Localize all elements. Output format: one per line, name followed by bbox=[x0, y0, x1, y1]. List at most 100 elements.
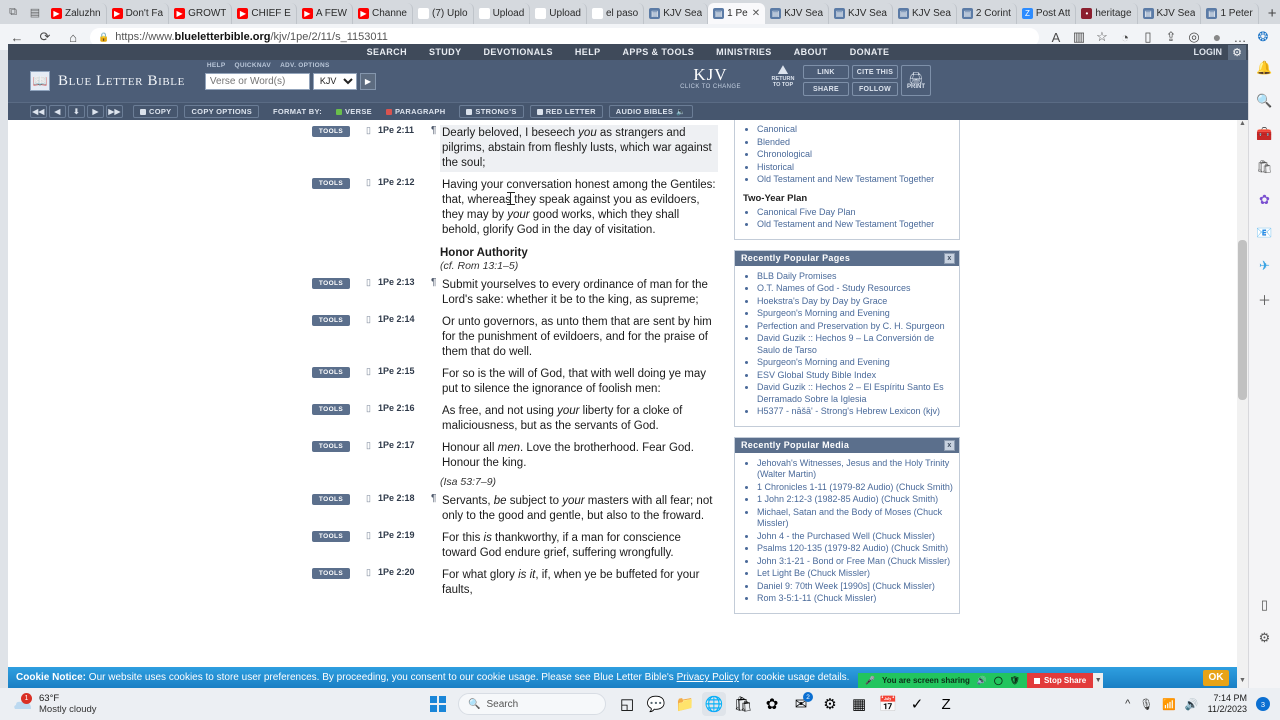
format-verse-toggle[interactable]: VERSE bbox=[330, 105, 378, 118]
verse-reference[interactable]: 1Pe 2:14 bbox=[378, 314, 448, 324]
shield-icon[interactable]: 🛡 bbox=[1010, 676, 1020, 685]
popular-page-link[interactable]: Spurgeon's Morning and Evening bbox=[757, 357, 953, 369]
popular-page-link[interactable]: David Guzik :: Hechos 9 – La Conversión … bbox=[757, 333, 953, 356]
section-heading-crossref[interactable]: (cf. Rom 13:1–5) bbox=[440, 260, 726, 272]
browser-tab[interactable]: ▤ KJV Sea bbox=[829, 3, 893, 24]
prev-chapter-button[interactable]: ◀ bbox=[49, 105, 66, 118]
new-tab-button[interactable]: + bbox=[1259, 3, 1280, 24]
popular-media-link[interactable]: Let Light Be (Chuck Missler) bbox=[757, 568, 953, 580]
privacy-policy-link[interactable]: Privacy Policy bbox=[677, 672, 739, 683]
popular-media-link[interactable]: Michael, Satan and the Body of Moses (Ch… bbox=[757, 507, 953, 530]
red-letter-toggle[interactable]: RED LETTER bbox=[529, 105, 603, 118]
top-nav-apps-tools[interactable]: APPS & TOOLS bbox=[623, 47, 695, 57]
popular-media-link[interactable]: Psalms 120-135 (1979-82 Audio) (Chuck Sm… bbox=[757, 543, 953, 555]
reading-plan-link[interactable]: Chronological bbox=[757, 149, 953, 161]
cookie-ok-button[interactable]: OK bbox=[1203, 669, 1229, 686]
top-nav-help[interactable]: HELP bbox=[575, 47, 601, 57]
stop-share-button[interactable]: Stop Share bbox=[1026, 673, 1094, 688]
browser-tab[interactable]: ▤ 2 Corint bbox=[956, 3, 1017, 24]
gear-icon[interactable]: ⚙ bbox=[1228, 45, 1246, 60]
share-button[interactable]: SHARE bbox=[803, 82, 849, 96]
calendar-icon[interactable]: 📅 bbox=[876, 692, 900, 716]
verse-text[interactable]: Servants, be subject to your masters wit… bbox=[440, 493, 718, 525]
verse-text[interactable]: Dearly beloved, I beseech you as strange… bbox=[440, 125, 718, 172]
popular-page-link[interactable]: Spurgeon's Morning and Evening bbox=[757, 308, 953, 320]
verse-tools-button[interactable]: TOOLS bbox=[312, 278, 350, 289]
todo-icon[interactable]: ✓ bbox=[905, 692, 929, 716]
adv-options-link[interactable]: ADV. OPTIONS bbox=[280, 62, 330, 69]
reading-plan-link[interactable]: Old Testament and New Testament Together bbox=[757, 219, 953, 231]
browser-tab[interactable]: ▤ KJV Sea bbox=[892, 3, 957, 24]
calculator-icon[interactable]: ▦ bbox=[847, 692, 871, 716]
verse-text[interactable]: For this is thankworthy, if a man for co… bbox=[440, 530, 718, 562]
popular-page-link[interactable]: David Guzik :: Hechos 2 – El Espíritu Sa… bbox=[757, 382, 953, 405]
tray-expand-icon[interactable]: ^ bbox=[1125, 698, 1130, 710]
copy-button[interactable]: COPY bbox=[133, 105, 179, 118]
verse-reference[interactable]: 1Pe 2:13 bbox=[378, 277, 448, 287]
outlook-icon[interactable]: 📧 bbox=[1255, 223, 1275, 243]
verse-reference[interactable]: 1Pe 2:16 bbox=[378, 403, 448, 413]
top-nav-ministries[interactable]: MINISTRIES bbox=[716, 47, 772, 57]
print-button[interactable]: 🖨 PRINT bbox=[901, 65, 931, 96]
verse-reference[interactable]: 1Pe 2:12 bbox=[378, 177, 448, 187]
browser-tab[interactable]: • Upload bbox=[530, 3, 587, 24]
reading-plan-link[interactable]: Historical bbox=[757, 162, 953, 174]
verse-tools-button[interactable]: TOOLS bbox=[312, 404, 350, 415]
top-nav-about[interactable]: ABOUT bbox=[794, 47, 828, 57]
office-icon[interactable]: ✿ bbox=[760, 692, 784, 716]
popular-media-link[interactable]: Rom 3-5:1-11 (Chuck Missler) bbox=[757, 593, 953, 605]
start-button[interactable] bbox=[427, 693, 449, 715]
format-paragraph-toggle[interactable]: PARAGRAPH bbox=[380, 105, 451, 118]
edge-icon[interactable]: 🌐 bbox=[702, 692, 727, 716]
browser-tab[interactable]: Z Post Att bbox=[1016, 3, 1077, 24]
verse-tools-button[interactable]: TOOLS bbox=[312, 315, 350, 326]
sidebar-panel-icon[interactable]: ▯ bbox=[1255, 595, 1275, 615]
verse-reference[interactable]: 1Pe 2:19 bbox=[378, 530, 448, 540]
notification-badge[interactable]: 3 bbox=[1256, 697, 1270, 711]
verse-tools-button[interactable]: TOOLS bbox=[312, 126, 350, 137]
bell-icon[interactable]: 🔔 bbox=[1255, 58, 1275, 78]
reading-plan-link[interactable]: Canonical Five Day Plan bbox=[757, 207, 953, 219]
site-brand-title[interactable]: Blue Letter Bible bbox=[58, 73, 185, 90]
tab-list-icon[interactable]: ▤ bbox=[28, 5, 42, 19]
close-tab-icon[interactable]: ✕ bbox=[752, 8, 760, 19]
browser-tab[interactable]: ▤ KJV Sea bbox=[765, 3, 830, 24]
popular-page-link[interactable]: H5377 - nāšā' - Strong's Hebrew Lexicon … bbox=[757, 406, 953, 418]
verse-tools-button[interactable]: TOOLS bbox=[312, 367, 350, 378]
close-icon[interactable]: x bbox=[944, 439, 955, 451]
last-chapter-button[interactable]: ▶▶ bbox=[106, 105, 123, 118]
copy-options-button[interactable]: COPY OPTIONS bbox=[184, 105, 260, 118]
popular-page-link[interactable]: Perfection and Preservation by C. H. Spu… bbox=[757, 321, 953, 333]
bookmark-icon[interactable]: ▯ bbox=[366, 493, 371, 504]
bookmark-icon[interactable]: ▯ bbox=[366, 177, 371, 188]
page-scrollbar[interactable]: ▲ ▼ bbox=[1237, 120, 1248, 688]
popular-media-link[interactable]: John 3:1-21 - Bond or Free Man (Chuck Mi… bbox=[757, 556, 953, 568]
blb-logo-icon[interactable]: 📖 bbox=[30, 71, 50, 91]
top-nav-study[interactable]: STUDY bbox=[429, 47, 462, 57]
reading-plan-link[interactable]: Old Testament and New Testament Together bbox=[757, 174, 953, 186]
search-icon[interactable]: 🔍 bbox=[1255, 91, 1275, 111]
verse-tools-button[interactable]: TOOLS bbox=[312, 531, 350, 542]
verse-text[interactable]: As free, and not using your liberty for … bbox=[440, 403, 718, 435]
volume-icon[interactable]: 🔊 bbox=[1185, 698, 1199, 711]
search-input[interactable] bbox=[204, 72, 310, 90]
taskbar-search[interactable]: 🔍 Search bbox=[458, 693, 607, 715]
search-go-button[interactable]: ▶ bbox=[359, 72, 376, 90]
download-button[interactable]: ⬇ bbox=[68, 105, 85, 118]
browser-tab[interactable]: ▶ Don't Fa bbox=[106, 3, 170, 24]
store-icon[interactable]: 🛍 bbox=[731, 692, 755, 716]
strongs-toggle[interactable]: STRONG'S bbox=[459, 105, 524, 118]
version-select[interactable]: KJV bbox=[312, 72, 357, 90]
popular-media-link[interactable]: Jehovah's Witnesses, Jesus and the Holy … bbox=[757, 458, 953, 481]
browser-tab[interactable]: ▶ CHIEF E bbox=[232, 3, 297, 24]
bookmark-icon[interactable]: ▯ bbox=[366, 403, 371, 414]
zoom-icon[interactable]: Z bbox=[934, 692, 958, 716]
bookmark-icon[interactable]: ▯ bbox=[366, 567, 371, 578]
file-explorer-icon[interactable]: 📁 bbox=[673, 692, 697, 716]
settings-icon[interactable]: ⚙ bbox=[818, 692, 842, 716]
task-view-icon[interactable]: ◱ bbox=[615, 692, 639, 716]
verse-text[interactable]: For what glory is it, if, when ye be buf… bbox=[440, 567, 718, 599]
scroll-down-icon[interactable]: ▼ bbox=[1237, 677, 1248, 688]
cite-this-button[interactable]: CITE THIS bbox=[852, 65, 898, 79]
verse-tools-button[interactable]: TOOLS bbox=[312, 568, 350, 579]
